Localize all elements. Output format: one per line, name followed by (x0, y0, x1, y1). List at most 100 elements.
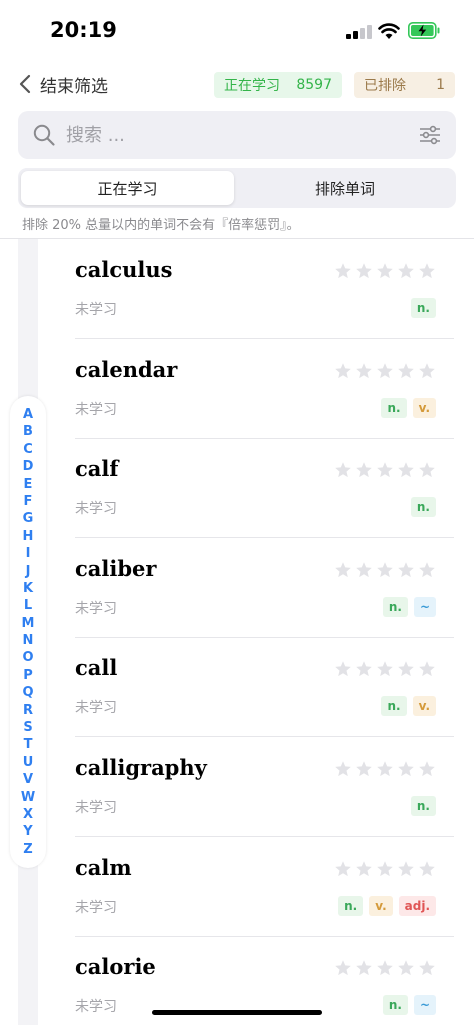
search-bar (18, 111, 456, 159)
pos-tag-other: ~ (413, 596, 436, 617)
word-row[interactable]: calculus 未学习 n. (75, 239, 454, 339)
star-rating (334, 760, 436, 778)
star-icon (356, 462, 372, 478)
word-status: 未学习 (75, 899, 117, 916)
index-letter[interactable]: V (23, 771, 33, 788)
excluded-count-badge[interactable]: 已排除 1 (354, 72, 455, 98)
word-text: calculus (75, 257, 173, 282)
index-letter[interactable]: X (23, 806, 33, 823)
index-letter[interactable]: W (21, 789, 35, 806)
index-letter[interactable]: J (26, 563, 31, 580)
tab-excluded-words[interactable]: 排除单词 (237, 171, 453, 205)
part-of-speech-tags: n. v. adj. (338, 895, 436, 916)
star-rating (334, 461, 436, 479)
index-letter[interactable]: G (23, 510, 34, 527)
star-rating (334, 262, 436, 280)
index-letter[interactable]: Z (23, 841, 32, 858)
star-icon (356, 860, 372, 876)
star-icon (398, 263, 414, 279)
index-letter[interactable]: K (23, 580, 33, 597)
word-row[interactable]: calf 未学习 n. (75, 438, 454, 539)
excluded-badge-count: 1 (436, 77, 445, 93)
word-text: call (75, 655, 118, 681)
pos-tag-noun: n. (381, 397, 407, 418)
word-row[interactable]: calendar 未学习 n. v. (75, 339, 454, 439)
word-text: caliber (75, 555, 157, 581)
pos-tag-adjective: adj. (398, 895, 436, 916)
index-letter[interactable]: D (23, 458, 34, 475)
star-icon (398, 362, 414, 378)
index-letter[interactable]: Y (23, 823, 32, 840)
pos-tag-noun: n. (381, 696, 407, 717)
index-letter[interactable]: P (23, 667, 33, 684)
index-letter[interactable]: Q (22, 684, 33, 701)
alphabet-index-bar[interactable]: ABCDEFGHIJKLMNOPQRSTUVWXYZ (10, 396, 46, 868)
index-letter[interactable]: M (22, 615, 35, 632)
home-indicator[interactable] (152, 1010, 322, 1015)
word-status: 未学习 (75, 999, 117, 1016)
star-icon (398, 761, 414, 777)
back-label: 结束筛选 (40, 76, 108, 97)
star-icon (335, 362, 351, 378)
index-letter[interactable]: T (24, 736, 33, 753)
word-text: calm (75, 854, 132, 880)
word-row[interactable]: call 未学习 n. v. (75, 637, 454, 738)
star-icon (398, 462, 414, 478)
word-text: calligraphy (75, 755, 207, 780)
star-icon (398, 860, 414, 876)
star-icon (419, 761, 435, 777)
star-icon (335, 661, 351, 677)
part-of-speech-tags: n. (410, 298, 436, 318)
index-letter[interactable]: N (23, 632, 34, 649)
word-row[interactable]: calm 未学习 n. v. adj. (75, 837, 454, 937)
word-row[interactable]: caliber 未学习 n. ~ (75, 538, 454, 638)
index-letter[interactable]: R (23, 702, 33, 719)
back-button[interactable]: 结束筛选 (18, 70, 108, 98)
star-icon (419, 860, 435, 876)
index-letter[interactable]: C (23, 441, 33, 458)
star-icon (335, 561, 351, 577)
pos-tag-noun: n. (382, 995, 408, 1016)
word-status: 未学习 (75, 401, 117, 418)
part-of-speech-tags: n. (410, 796, 436, 816)
star-icon (335, 761, 351, 777)
star-icon (419, 661, 435, 677)
part-of-speech-tags: n. v. (381, 397, 436, 418)
cellular-signal-icon (346, 25, 372, 39)
star-rating (334, 561, 436, 579)
pos-tag-noun: n. (338, 895, 364, 916)
star-icon (356, 263, 372, 279)
word-list[interactable]: calculus 未学习 n. calendar 未学习 n. v. calf 未学习 n. cal… (38, 239, 456, 1025)
pos-tag-noun: n. (410, 298, 436, 318)
word-list-area: calculus 未学习 n. calendar 未学习 n. v. calf 未学习 n. cal… (18, 239, 456, 1025)
index-letter[interactable]: E (24, 476, 33, 493)
battery-charging-icon (408, 22, 440, 39)
index-letter[interactable]: I (26, 545, 31, 562)
star-icon (377, 561, 393, 577)
wifi-icon (378, 23, 400, 39)
pos-tag-noun: n. (410, 796, 436, 816)
index-letter[interactable]: H (23, 528, 34, 545)
pos-tag-noun: n. (382, 596, 408, 617)
part-of-speech-tags: n. (410, 497, 436, 518)
star-icon (356, 561, 372, 577)
index-letter[interactable]: O (22, 649, 33, 666)
index-letter[interactable]: L (24, 597, 32, 614)
star-icon (377, 263, 393, 279)
segmented-control: 正在学习 排除单词 (18, 168, 456, 208)
index-letter[interactable]: B (23, 423, 33, 440)
chevron-left-icon (19, 74, 31, 94)
filter-sliders-icon[interactable] (418, 123, 442, 147)
pos-tag-verb: v. (369, 895, 393, 916)
learning-count-badge[interactable]: 正在学习 8597 (214, 72, 342, 98)
search-input[interactable] (66, 120, 406, 150)
nav-bar: 结束筛选 正在学习 8597 已排除 1 (0, 64, 474, 104)
index-letter[interactable]: U (23, 754, 34, 771)
tab-learning[interactable]: 正在学习 (21, 171, 234, 205)
star-icon (377, 860, 393, 876)
index-letter[interactable]: A (23, 406, 33, 423)
star-icon (377, 761, 393, 777)
word-row[interactable]: calligraphy 未学习 n. (75, 737, 454, 837)
index-letter[interactable]: S (23, 719, 32, 736)
index-letter[interactable]: F (24, 493, 33, 510)
